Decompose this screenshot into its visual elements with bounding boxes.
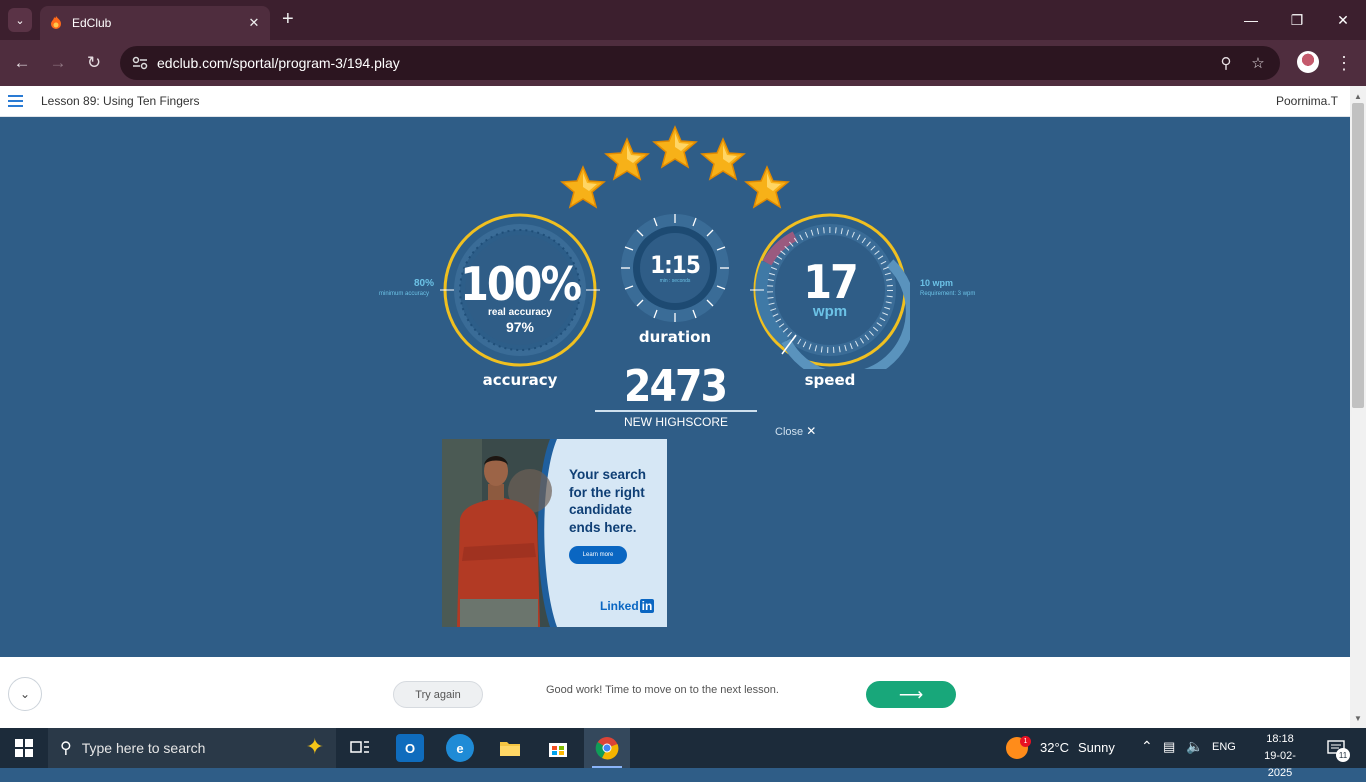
user-name[interactable]: Poornima.T xyxy=(1276,94,1338,108)
battery-icon[interactable]: ▤ xyxy=(1163,739,1175,755)
address-bar[interactable]: edclub.com/sportal/program-3/194.play ⚲ … xyxy=(120,46,1280,80)
profile-avatar[interactable] xyxy=(1297,51,1319,73)
results-panel: 100% real accuracy 97% accuracy 80% mini… xyxy=(0,117,1350,657)
url-text: edclub.com/sportal/program-3/194.play xyxy=(157,55,400,71)
hamburger-menu-icon[interactable] xyxy=(8,95,23,107)
try-again-button[interactable]: Try again xyxy=(393,681,483,708)
back-arrow-icon[interactable]: ← xyxy=(10,51,34,75)
star-icon xyxy=(652,125,698,169)
chevron-down-icon[interactable]: ⌄ xyxy=(8,677,42,711)
windows-start-icon[interactable] xyxy=(0,728,48,768)
star-icon xyxy=(700,137,746,181)
scroll-up-arrow-icon[interactable]: ▲ xyxy=(1350,88,1366,104)
tab-close-icon[interactable]: ✕ xyxy=(246,15,262,31)
new-highscore-label: NEW HIGHSCORE xyxy=(623,415,728,429)
duration-value: 1:15 xyxy=(650,251,701,279)
star-icon xyxy=(744,165,790,209)
reload-icon[interactable]: ↻ xyxy=(82,51,106,75)
language-indicator[interactable]: ENG xyxy=(1212,741,1236,753)
microsoft-store-icon[interactable] xyxy=(544,734,572,762)
notification-count-badge: 11 xyxy=(1336,748,1350,762)
bookmark-star-icon[interactable]: ☆ xyxy=(1248,53,1268,73)
minimize-button[interactable]: — xyxy=(1228,0,1274,40)
new-tab-button[interactable]: + xyxy=(282,9,294,29)
next-lesson-button[interactable]: ⟶ xyxy=(866,681,956,708)
clock-time: 18:18 xyxy=(1266,733,1294,745)
arrow-right-icon: ⟶ xyxy=(898,684,924,704)
browser-tab[interactable]: EdClub ✕ xyxy=(40,6,270,40)
weather-temp[interactable]: 32°C xyxy=(1040,740,1069,755)
browser-tab-strip: ⌄ EdClub ✕ + — ❐ ✕ xyxy=(0,0,1366,40)
score-value: 2473 xyxy=(623,361,728,412)
speed-value: 17 xyxy=(803,255,859,309)
chrome-menu-icon[interactable]: ⋮ xyxy=(1334,51,1354,75)
linkedin-in-badge: in xyxy=(639,599,655,613)
volume-muted-icon[interactable]: 🔈 xyxy=(1186,738,1203,755)
scrollbar-thumb[interactable] xyxy=(1352,103,1364,408)
tab-search-button[interactable]: ⌄ xyxy=(8,8,32,32)
linkedin-logo: Linked in xyxy=(600,599,655,613)
edge-browser-icon[interactable]: e xyxy=(446,734,474,762)
speed-target-value: 10 wpm xyxy=(920,278,954,288)
chevron-up-icon[interactable]: ⌃ xyxy=(1141,738,1153,755)
accuracy-value: 100% xyxy=(460,257,582,311)
duration-unit: min : seconds xyxy=(659,278,691,284)
star-icon xyxy=(560,165,606,209)
file-explorer-icon[interactable] xyxy=(496,734,524,762)
edclub-favicon-icon xyxy=(48,15,64,31)
scroll-down-arrow-icon[interactable]: ▼ xyxy=(1350,710,1366,726)
tab-title: EdClub xyxy=(72,16,112,30)
outlook-icon[interactable]: O xyxy=(396,734,424,762)
minimum-accuracy-label: minimum accuracy xyxy=(379,291,430,297)
real-accuracy-value: 97% xyxy=(505,319,535,335)
close-x-icon: ✕ xyxy=(806,424,817,438)
close-label: Close xyxy=(775,426,804,438)
completion-message: Good work! Time to move on to the next l… xyxy=(546,684,779,696)
real-accuracy-label: real accuracy xyxy=(488,307,552,318)
copilot-sparkle-icon[interactable]: ✦ xyxy=(306,734,324,760)
speed-label: speed xyxy=(804,371,856,389)
accuracy-label: accuracy xyxy=(482,371,558,389)
linkedin-ad[interactable]: Your search for the right candidate ends… xyxy=(442,439,667,627)
search-placeholder: Type here to search xyxy=(81,740,206,756)
windows-taskbar: ⚲ Type here to search ✦ O e 1 32°C Sunny… xyxy=(0,728,1366,779)
lesson-title: Lesson 89: Using Ten Fingers xyxy=(41,94,200,108)
score-divider xyxy=(595,410,757,412)
speed-requirement-label: Requirement: 3 wpm xyxy=(920,291,976,297)
site-info-icon[interactable] xyxy=(130,53,150,73)
ad-headline: Your search for the right candidate ends… xyxy=(569,467,647,535)
search-icon: ⚲ xyxy=(60,740,72,757)
zoom-icon[interactable]: ⚲ xyxy=(1216,53,1236,73)
speed-unit: wpm xyxy=(812,303,848,320)
star-icon xyxy=(604,137,650,181)
clock-date: 19-02-2025 xyxy=(1264,750,1296,779)
ad-learn-more-button[interactable]: Learn more xyxy=(569,546,627,564)
task-view-icon[interactable] xyxy=(346,734,374,762)
close-button[interactable]: Close ✕ xyxy=(775,424,816,438)
lesson-footer: ⌄ Try again Good work! Time to move on t… xyxy=(0,657,1350,728)
minimum-accuracy-value: 80% xyxy=(413,278,434,289)
restore-button[interactable]: ❐ xyxy=(1274,0,1320,40)
taskbar-search-box[interactable]: ⚲ Type here to search ✦ xyxy=(48,728,336,768)
forward-arrow-icon[interactable]: → xyxy=(46,51,70,75)
window-close-button[interactable]: ✕ xyxy=(1320,0,1366,40)
duration-label: duration xyxy=(638,328,712,346)
lesson-header: Lesson 89: Using Ten Fingers Poornima.T xyxy=(0,86,1350,117)
taskbar-clock[interactable]: 18:18 19-02-2025 xyxy=(1252,731,1308,782)
weather-desc[interactable]: Sunny xyxy=(1078,740,1115,755)
weather-badge: 1 xyxy=(1020,736,1031,747)
chrome-icon[interactable] xyxy=(593,734,621,762)
browser-toolbar: ← → ↻ edclub.com/sportal/program-3/194.p… xyxy=(0,40,1366,86)
linkedin-wordmark: Linked xyxy=(600,599,639,613)
